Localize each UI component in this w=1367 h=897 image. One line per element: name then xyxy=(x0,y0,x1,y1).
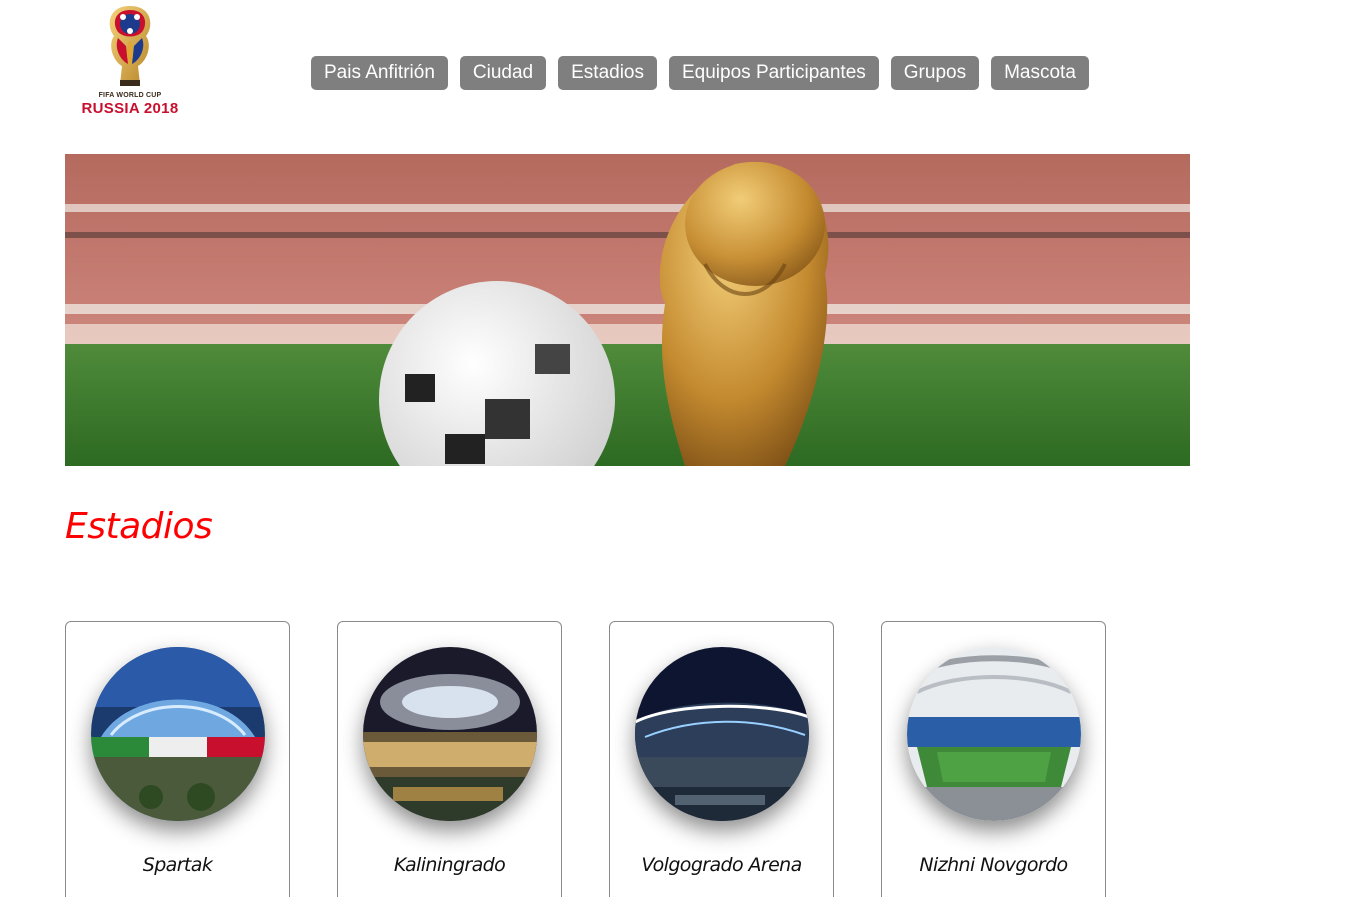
stadium-name: Spartak xyxy=(142,854,213,876)
page: FIFA WORLD CUP RUSSIA 2018 Pais Anfitrió… xyxy=(0,0,1367,897)
stadium-card-nizhni-novgordo[interactable]: Nizhni Novgordo xyxy=(881,621,1106,897)
stadium-card-volgogrado-arena[interactable]: Volgogrado Arena xyxy=(609,621,834,897)
stadium-photo xyxy=(635,647,809,821)
nav-equipos-participantes[interactable]: Equipos Participantes xyxy=(669,56,879,90)
trophy-emblem-icon xyxy=(109,6,151,86)
logo-big-text: RUSSIA 2018 xyxy=(81,100,179,117)
stadium-photo xyxy=(907,647,1081,821)
nav-ciudad[interactable]: Ciudad xyxy=(459,56,547,90)
logo-text: FIFA WORLD CUP RUSSIA 2018 xyxy=(68,92,192,116)
logo-small-text: FIFA WORLD CUP xyxy=(98,92,162,99)
world-cup-logo[interactable]: FIFA WORLD CUP RUSSIA 2018 xyxy=(68,4,192,122)
nav-pais-anfitrion[interactable]: Pais Anfitrión xyxy=(311,56,448,90)
nav-grupos[interactable]: Grupos xyxy=(890,56,980,90)
stadium-name: Kaliningrado xyxy=(393,854,506,876)
main-nav: Pais Anfitrión Ciudad Estadios Equipos P… xyxy=(311,56,1089,90)
hero-banner-image xyxy=(65,154,1190,466)
nav-estadios[interactable]: Estadios xyxy=(558,56,657,90)
nav-mascota[interactable]: Mascota xyxy=(991,56,1089,90)
stadium-cards: Spartak Kaliningrado Volgogrado Arena Ni… xyxy=(65,621,1106,897)
stadium-name: Volgogrado Arena xyxy=(641,854,802,876)
stadium-photo xyxy=(91,647,265,821)
stadium-name: Nizhni Novgordo xyxy=(919,854,1068,876)
stadium-photo xyxy=(363,647,537,821)
page-title: Estadios xyxy=(65,506,213,547)
stadium-card-kaliningrado[interactable]: Kaliningrado xyxy=(337,621,562,897)
stadium-card-spartak[interactable]: Spartak xyxy=(65,621,290,897)
